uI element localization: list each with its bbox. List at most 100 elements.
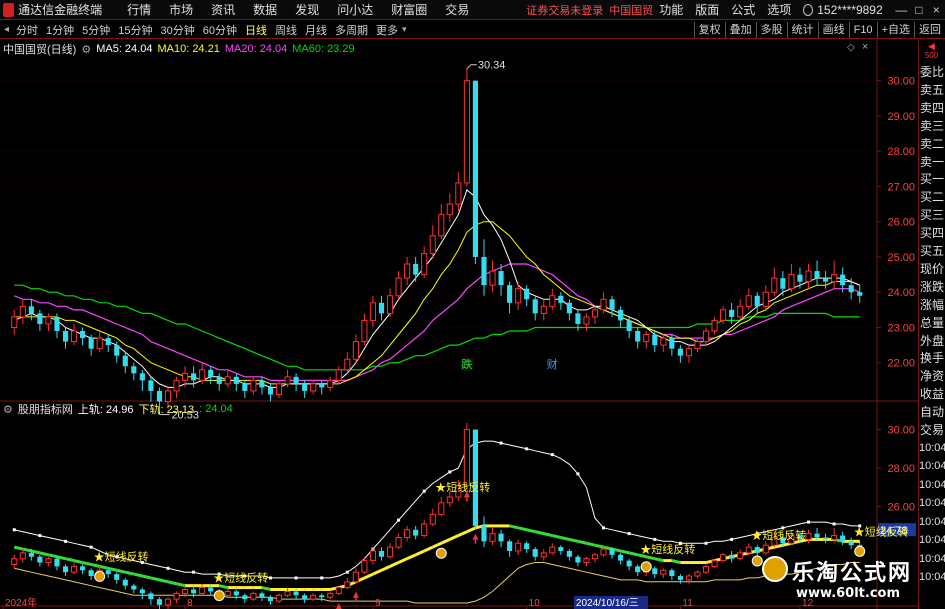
indicator-candle[interactable] xyxy=(729,554,735,559)
period-15min[interactable]: 15分钟 xyxy=(114,22,156,38)
main-candle[interactable] xyxy=(540,305,547,314)
indicator-candle[interactable] xyxy=(685,575,692,581)
user-icon[interactable] xyxy=(803,3,814,16)
indicator-candle[interactable] xyxy=(11,558,18,565)
indicator-candle[interactable] xyxy=(566,550,572,557)
menu-shuju[interactable]: 数据 xyxy=(244,1,286,18)
period-week[interactable]: 周线 xyxy=(271,22,301,38)
menu-faxian[interactable]: 发现 xyxy=(286,1,328,18)
main-candle[interactable] xyxy=(302,383,308,391)
main-candle[interactable] xyxy=(702,330,710,343)
main-candle[interactable] xyxy=(62,331,69,342)
indicator-candle[interactable] xyxy=(395,536,402,548)
indicator-candle[interactable] xyxy=(19,552,26,560)
sidebar-btn-4[interactable]: 卖二 xyxy=(919,135,945,153)
sidebar-btn-11[interactable]: 现价 xyxy=(919,260,945,278)
indicator-candle[interactable] xyxy=(831,535,838,540)
sidebar-btn-17[interactable]: 净资 xyxy=(919,367,945,385)
indicator-candle[interactable] xyxy=(762,544,769,554)
sidebar-btn-12[interactable]: 涨跌 xyxy=(919,278,945,296)
main-candle[interactable] xyxy=(96,337,103,350)
main-candle[interactable] xyxy=(105,338,111,346)
indicator-candle[interactable] xyxy=(114,574,120,580)
indicator-candle[interactable] xyxy=(814,533,820,538)
minimize-button[interactable]: — xyxy=(893,3,910,17)
indicator-candle[interactable] xyxy=(378,550,385,557)
main-candle[interactable] xyxy=(250,379,257,392)
main-candle[interactable] xyxy=(575,313,581,324)
main-candle[interactable] xyxy=(498,271,504,286)
indicator-candle[interactable] xyxy=(618,554,624,561)
indicator-candle[interactable] xyxy=(413,529,419,536)
period-fenshi[interactable]: 分时 xyxy=(12,22,42,38)
main-candle[interactable] xyxy=(284,376,291,385)
main-candle[interactable] xyxy=(45,316,52,325)
menu-zixun[interactable]: 资讯 xyxy=(202,1,244,18)
main-candle[interactable] xyxy=(515,288,522,304)
indicator-candle[interactable] xyxy=(711,560,718,567)
main-candle[interactable] xyxy=(28,306,34,314)
main-candle[interactable] xyxy=(848,285,854,293)
menu-jiaoyi[interactable]: 交易 xyxy=(436,1,478,18)
chevron-down-icon[interactable]: ▾ xyxy=(402,24,407,35)
main-candle[interactable] xyxy=(669,338,675,349)
indicator-candle[interactable] xyxy=(677,576,683,580)
main-candle[interactable] xyxy=(455,182,462,205)
main-candle[interactable] xyxy=(823,278,829,282)
sidebar-btn-13[interactable]: 涨幅 xyxy=(919,296,945,314)
main-candle[interactable] xyxy=(242,383,248,391)
main-candle[interactable] xyxy=(335,369,342,381)
indicator-candle[interactable] xyxy=(319,595,325,598)
indicator-candle[interactable] xyxy=(208,587,214,592)
main-candle[interactable] xyxy=(609,299,615,310)
indicator-candle[interactable] xyxy=(224,590,231,596)
kline-chart-svg[interactable]: 30.00 29.00 28.00 27.00 26.00 25.00 24.00 23.00… xyxy=(0,40,918,609)
indicator-candle[interactable] xyxy=(635,566,641,573)
main-candle[interactable] xyxy=(139,373,145,381)
indicator-candle[interactable] xyxy=(609,549,615,555)
sidebar-btn-10[interactable]: 买五 xyxy=(919,242,945,260)
indicator-candle[interactable] xyxy=(660,569,667,575)
main-candle[interactable] xyxy=(600,298,607,311)
sidebar-btn-0[interactable]: 委比 xyxy=(919,63,945,81)
main-candle[interactable] xyxy=(762,291,769,307)
sidebar-btn-20[interactable]: 交易 xyxy=(919,421,945,439)
main-candle[interactable] xyxy=(729,309,735,317)
indicator-candle[interactable] xyxy=(745,546,752,554)
main-candle[interactable] xyxy=(429,235,436,254)
main-candle[interactable] xyxy=(549,295,556,307)
main-candle[interactable] xyxy=(395,277,402,297)
indicator-candle[interactable] xyxy=(344,581,351,589)
main-candle[interactable] xyxy=(463,80,470,184)
indicator-candle[interactable] xyxy=(404,529,411,538)
main-candle[interactable] xyxy=(122,355,128,367)
indicator-candle[interactable] xyxy=(481,525,487,542)
indicator-candle[interactable] xyxy=(164,598,172,606)
indicator-candle[interactable] xyxy=(275,594,283,602)
tool-tongji[interactable]: 统计 xyxy=(786,21,818,38)
indicator-candle[interactable] xyxy=(369,550,377,562)
indicator-candle[interactable] xyxy=(583,558,590,564)
expand-icon[interactable]: ◀ 500 xyxy=(925,42,938,61)
indicator-candle[interactable] xyxy=(105,570,111,575)
main-candle[interactable] xyxy=(780,278,786,289)
main-candle[interactable] xyxy=(173,379,180,392)
main-candle[interactable] xyxy=(224,376,231,385)
indicator-candle[interactable] xyxy=(575,556,581,563)
main-candle[interactable] xyxy=(11,316,18,328)
indicator-candle[interactable] xyxy=(669,570,675,577)
main-candle[interactable] xyxy=(131,366,137,374)
close-button[interactable]: × xyxy=(928,3,945,17)
period-5min[interactable]: 5分钟 xyxy=(78,22,114,38)
indicator-candle[interactable] xyxy=(242,595,248,600)
indicator-candle[interactable] xyxy=(156,599,163,605)
panel-toggle-icon[interactable]: ◂ xyxy=(0,24,12,35)
main-candle[interactable] xyxy=(831,274,838,283)
menu-xuanxiang[interactable]: 选项 xyxy=(761,1,797,18)
indicator-candle[interactable] xyxy=(327,592,334,598)
indicator-candle[interactable] xyxy=(737,552,744,560)
main-candle[interactable] xyxy=(626,320,632,332)
indicator-candle[interactable] xyxy=(80,566,86,571)
indicator-candle[interactable] xyxy=(446,496,453,504)
period-60min[interactable]: 60分钟 xyxy=(199,22,241,38)
